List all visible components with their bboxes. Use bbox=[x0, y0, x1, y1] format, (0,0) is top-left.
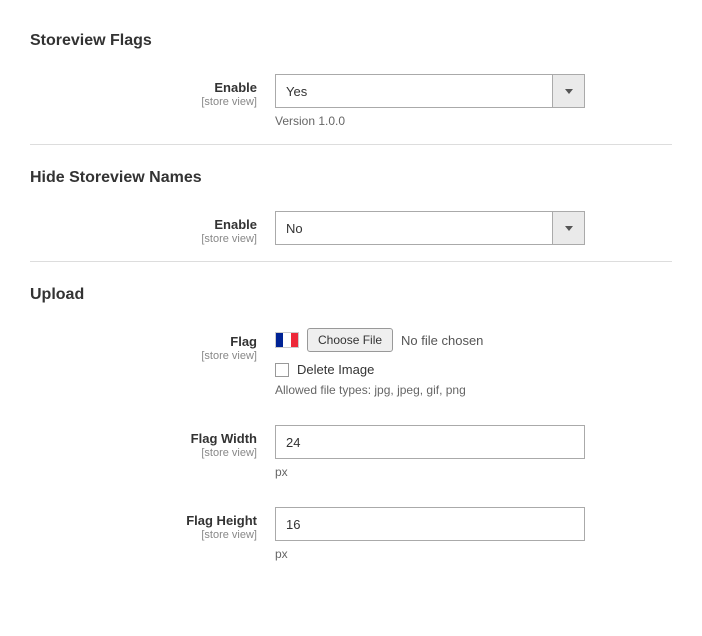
flag-width-input[interactable] bbox=[275, 425, 585, 459]
enable-select[interactable]: No bbox=[275, 211, 585, 245]
unit-note: px bbox=[275, 465, 672, 479]
allowed-types-note: Allowed file types: jpg, jpeg, gif, png bbox=[275, 383, 672, 397]
select-value: Yes bbox=[276, 84, 552, 99]
field-flag-height: Flag Height [store view] px bbox=[30, 497, 672, 567]
field-label-col: Flag [store view] bbox=[30, 328, 275, 362]
field-label-col: Enable [store view] bbox=[30, 211, 275, 245]
section-upload: Upload Flag [store view] Choose File No … bbox=[30, 274, 672, 567]
delete-image-label: Delete Image bbox=[297, 362, 374, 377]
field-scope: [store view] bbox=[30, 233, 257, 245]
field-label: Enable bbox=[30, 80, 257, 95]
field-label: Flag Width bbox=[30, 431, 257, 446]
flag-stripe-3 bbox=[291, 333, 298, 347]
section-title: Upload bbox=[30, 274, 672, 318]
field-enable-hide-names: Enable [store view] No bbox=[30, 201, 672, 251]
field-value-col: No bbox=[275, 211, 672, 245]
divider bbox=[30, 261, 672, 262]
section-storeview-flags: Storeview Flags Enable [store view] Yes … bbox=[30, 20, 672, 134]
file-status: No file chosen bbox=[401, 333, 483, 348]
section-title: Storeview Flags bbox=[30, 20, 672, 64]
section-hide-names: Hide Storeview Names Enable [store view]… bbox=[30, 157, 672, 251]
section-title: Hide Storeview Names bbox=[30, 157, 672, 201]
field-value-col: px bbox=[275, 425, 672, 479]
chevron-down-icon bbox=[552, 75, 584, 107]
flag-height-input[interactable] bbox=[275, 507, 585, 541]
flag-stripe-2 bbox=[283, 333, 290, 347]
field-flag-width: Flag Width [store view] px bbox=[30, 415, 672, 485]
field-label: Flag Height bbox=[30, 513, 257, 528]
flag-preview bbox=[275, 332, 299, 348]
field-label: Enable bbox=[30, 217, 257, 232]
field-value-col: Choose File No file chosen Delete Image … bbox=[275, 328, 672, 397]
field-scope: [store view] bbox=[30, 529, 257, 541]
flag-stripe-1 bbox=[276, 333, 283, 347]
delete-image-checkbox[interactable] bbox=[275, 363, 289, 377]
field-scope: [store view] bbox=[30, 96, 257, 108]
divider bbox=[30, 144, 672, 145]
select-value: No bbox=[276, 221, 552, 236]
delete-image-row: Delete Image bbox=[275, 362, 672, 377]
flag-file-row: Choose File No file chosen bbox=[275, 328, 672, 352]
choose-file-button[interactable]: Choose File bbox=[307, 328, 393, 352]
field-scope: [store view] bbox=[30, 447, 257, 459]
field-label: Flag bbox=[30, 334, 257, 349]
enable-select[interactable]: Yes bbox=[275, 74, 585, 108]
field-flag: Flag [store view] Choose File No file ch… bbox=[30, 318, 672, 403]
field-label-col: Enable [store view] bbox=[30, 74, 275, 108]
field-note: Version 1.0.0 bbox=[275, 114, 672, 128]
field-enable-storeview-flags: Enable [store view] Yes Version 1.0.0 bbox=[30, 64, 672, 134]
field-scope: [store view] bbox=[30, 350, 257, 362]
field-label-col: Flag Width [store view] bbox=[30, 425, 275, 459]
unit-note: px bbox=[275, 547, 672, 561]
field-label-col: Flag Height [store view] bbox=[30, 507, 275, 541]
chevron-down-icon bbox=[552, 212, 584, 244]
field-value-col: px bbox=[275, 507, 672, 561]
field-value-col: Yes Version 1.0.0 bbox=[275, 74, 672, 128]
